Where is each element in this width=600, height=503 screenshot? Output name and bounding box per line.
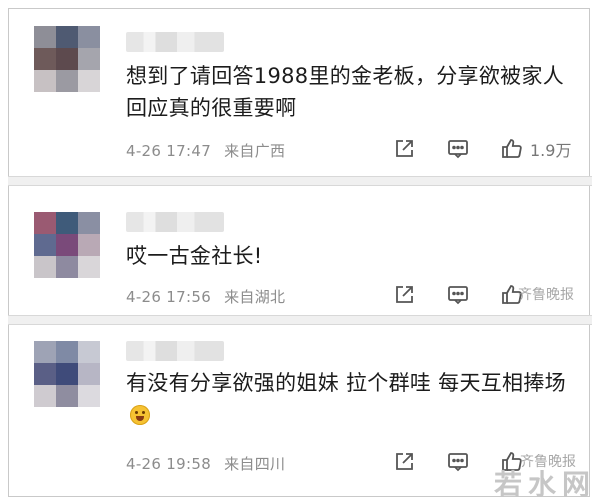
avatar-pixel <box>56 234 78 256</box>
avatar[interactable] <box>34 212 100 278</box>
avatar-pixel <box>34 341 56 363</box>
comment-time: 4-26 19:58 <box>126 455 212 473</box>
share-button[interactable] <box>392 282 416 308</box>
like-count: 1.9万 <box>530 141 572 160</box>
reply-button[interactable] <box>446 449 470 475</box>
avatar-pixel <box>56 70 78 92</box>
avatar-pixel <box>78 48 100 70</box>
section-divider <box>8 176 592 186</box>
comment-meta: 4-26 17:47 来自广西 <box>126 140 285 161</box>
comment-location: 来自广西 <box>224 142 286 160</box>
share-button[interactable] <box>392 449 416 475</box>
username-blurred[interactable] <box>126 212 224 232</box>
username-blurred[interactable] <box>126 341 224 361</box>
avatar-pixel <box>78 234 100 256</box>
share-icon <box>396 453 413 470</box>
avatar-pixel <box>78 363 100 385</box>
comment-icon <box>448 140 468 159</box>
thumbs-up-icon <box>502 139 522 158</box>
avatar-pixel <box>56 363 78 385</box>
avatar-pixel <box>78 70 100 92</box>
comment-text-content: 有没有分享欲强的姐妹 拉个群哇 每天互相捧场 <box>126 371 566 395</box>
avatar[interactable] <box>34 26 100 92</box>
avatar-pixel <box>56 256 78 278</box>
crying-face-emoji-icon <box>130 405 150 425</box>
comment-actions: 1.9万 <box>388 136 588 162</box>
avatar-pixel <box>34 212 56 234</box>
avatar-pixel <box>56 48 78 70</box>
avatar[interactable] <box>34 341 100 407</box>
comment-text: 哎一古金社长! <box>126 244 263 268</box>
avatar-pixel <box>78 256 100 278</box>
comment-location: 来自湖北 <box>224 288 286 306</box>
comment-item: 想到了请回答1988里的金老板，分享欲被家人回应真的很重要啊 4-26 17:4… <box>8 0 592 176</box>
avatar-pixel <box>78 26 100 48</box>
avatar-pixel <box>56 385 78 407</box>
avatar-pixel <box>34 48 56 70</box>
comment-meta: 4-26 17:56 来自湖北 <box>126 286 285 307</box>
reply-button[interactable] <box>446 282 470 308</box>
comment-meta: 4-26 19:58 来自四川 <box>126 453 285 474</box>
comment-icon <box>448 453 468 472</box>
comment-text: 有没有分享欲强的姐妹 拉个群哇 每天互相捧场 <box>126 367 578 431</box>
avatar-pixel <box>34 256 56 278</box>
comment-icon <box>448 286 468 305</box>
avatar-pixel <box>78 341 100 363</box>
comment-text: 想到了请回答1988里的金老板，分享欲被家人回应真的很重要啊 <box>126 64 565 120</box>
comment-time: 4-26 17:47 <box>126 142 212 160</box>
avatar-pixel <box>56 212 78 234</box>
avatar-pixel <box>34 385 56 407</box>
like-button[interactable]: 1.9万 <box>500 136 571 162</box>
comment-time: 4-26 17:56 <box>126 288 212 306</box>
share-icon <box>396 140 413 157</box>
avatar-pixel <box>34 70 56 92</box>
avatar-pixel <box>34 26 56 48</box>
avatar-pixel <box>56 341 78 363</box>
section-divider <box>8 315 592 325</box>
share-button[interactable] <box>392 136 416 162</box>
comment-location: 来自四川 <box>224 455 286 473</box>
avatar-pixel <box>78 212 100 234</box>
avatar-pixel <box>78 385 100 407</box>
avatar-pixel <box>34 234 56 256</box>
watermark-large: 若水网 <box>493 468 596 501</box>
share-icon <box>396 286 413 303</box>
watermark-small: 齐鲁晚报 <box>518 287 574 303</box>
comment-item: 哎一古金社长! 4-26 17:56 来自湖北 齐鲁晚报 <box>8 186 592 315</box>
username-blurred[interactable] <box>126 32 224 52</box>
avatar-pixel <box>56 26 78 48</box>
avatar-pixel <box>34 363 56 385</box>
reply-button[interactable] <box>446 136 470 162</box>
